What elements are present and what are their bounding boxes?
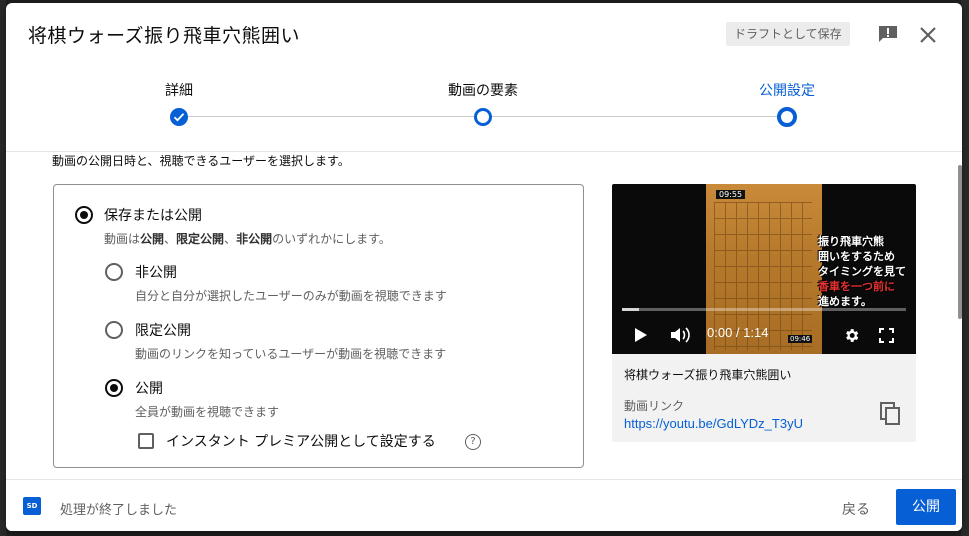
progress-stepper: 詳細 動画の要素 公開設定 (6, 67, 962, 152)
instant-premiere-label[interactable]: インスタント プレミア公開として設定する (166, 431, 436, 451)
thumb-time: 09:55 (716, 190, 746, 199)
publish-button[interactable]: 公開 (896, 489, 956, 525)
preview-video-title: 将棋ウォーズ振り飛車穴熊囲い (624, 368, 792, 382)
dialog-footer: SD 処理が終了しました 戻る 公開 (6, 479, 962, 531)
caption-line-2: 囲いをするため (818, 250, 895, 263)
save-or-publish-label[interactable]: 保存または公開 (104, 205, 202, 225)
private-label[interactable]: 非公開 (135, 262, 177, 282)
volume-icon[interactable] (670, 326, 692, 344)
visibility-content: 動画の公開日時と、視聴できるユーザーを選択します。 保存または公開 動画は公開、… (6, 152, 962, 479)
step-line-2 (483, 116, 787, 117)
step-visibility-label[interactable]: 公開設定 (759, 80, 815, 100)
visibility-intro: 動画の公開日時と、視聴できるユーザーを選択します。 (52, 154, 350, 168)
backdrop-right (961, 0, 969, 536)
caption-line-5: 進めます。 (818, 295, 872, 308)
check-icon (173, 113, 185, 122)
back-button[interactable]: 戻る (842, 499, 870, 519)
save-or-publish-radio[interactable] (75, 206, 93, 224)
upload-dialog: 将棋ウォーズ振り飛車穴熊囲い ドラフトとして保存 詳細 動画の要素 公開設定 動… (6, 3, 962, 531)
corner-time: 09:46 (788, 335, 813, 343)
help-icon[interactable]: ? (465, 434, 481, 450)
progress-bar[interactable] (622, 308, 906, 311)
time-display: 0:00 / 1:14 (707, 325, 769, 340)
progress-buffer (622, 308, 640, 311)
fullscreen-icon[interactable] (879, 328, 894, 343)
public-label[interactable]: 公開 (135, 378, 163, 398)
caption-line-3: タイミングを見て (818, 265, 906, 278)
video-link[interactable]: https://youtu.be/GdLYDz_T3yU (624, 416, 803, 431)
video-preview-card: 09:55 振り飛車穴熊 囲いをするため タイミングを見て 香車を一つ前に 進め… (612, 184, 916, 442)
step-details-check-icon[interactable] (170, 108, 188, 126)
settings-gear-icon[interactable] (843, 327, 860, 344)
sd-quality-badge: SD (23, 497, 41, 515)
caption-line-4: 香車を一つ前に (818, 280, 895, 293)
caption-line-1: 振り飛車穴熊 (818, 235, 884, 248)
public-radio[interactable] (105, 379, 123, 397)
play-icon[interactable] (634, 327, 648, 343)
feedback-icon[interactable] (878, 25, 898, 43)
step-elements-label[interactable]: 動画の要素 (448, 80, 518, 100)
dialog-header: 将棋ウォーズ振り飛車穴熊囲い ドラフトとして保存 (6, 3, 962, 67)
public-desc: 全員が動画を視聴できます (135, 405, 280, 419)
thumbnail-caption: 振り飛車穴熊 囲いをするため タイミングを見て 香車を一つ前に 進めます。 (818, 234, 910, 309)
step-visibility-dot[interactable] (777, 107, 797, 127)
close-icon[interactable] (918, 25, 938, 45)
unlisted-radio[interactable] (105, 321, 123, 339)
unlisted-desc: 動画のリンクを知っているユーザーが動画を視聴できます (135, 347, 447, 361)
visibility-options-box: 保存または公開 動画は公開、限定公開、非公開のいずれかにします。 非公開 自分と… (53, 184, 584, 468)
private-desc: 自分と自分が選択したユーザーのみが動画を視聴できます (135, 289, 447, 303)
step-line-1 (179, 116, 483, 117)
save-draft-button[interactable]: ドラフトとして保存 (726, 22, 850, 46)
content-scrollbar[interactable] (958, 165, 962, 319)
copy-icon[interactable] (880, 402, 902, 426)
step-details-label[interactable]: 詳細 (165, 80, 193, 100)
video-link-label: 動画リンク (624, 399, 685, 413)
video-player[interactable]: 09:55 振り飛車穴熊 囲いをするため タイミングを見て 香車を一つ前に 進め… (612, 184, 916, 354)
private-radio[interactable] (105, 263, 123, 281)
dialog-title: 将棋ウォーズ振り飛車穴熊囲い (28, 25, 301, 47)
save-or-publish-desc: 動画は公開、限定公開、非公開のいずれかにします。 (104, 232, 391, 246)
processing-status: 処理が終了しました (60, 503, 178, 518)
unlisted-label[interactable]: 限定公開 (135, 320, 191, 340)
instant-premiere-checkbox[interactable] (138, 433, 154, 449)
step-elements-dot[interactable] (474, 108, 492, 126)
